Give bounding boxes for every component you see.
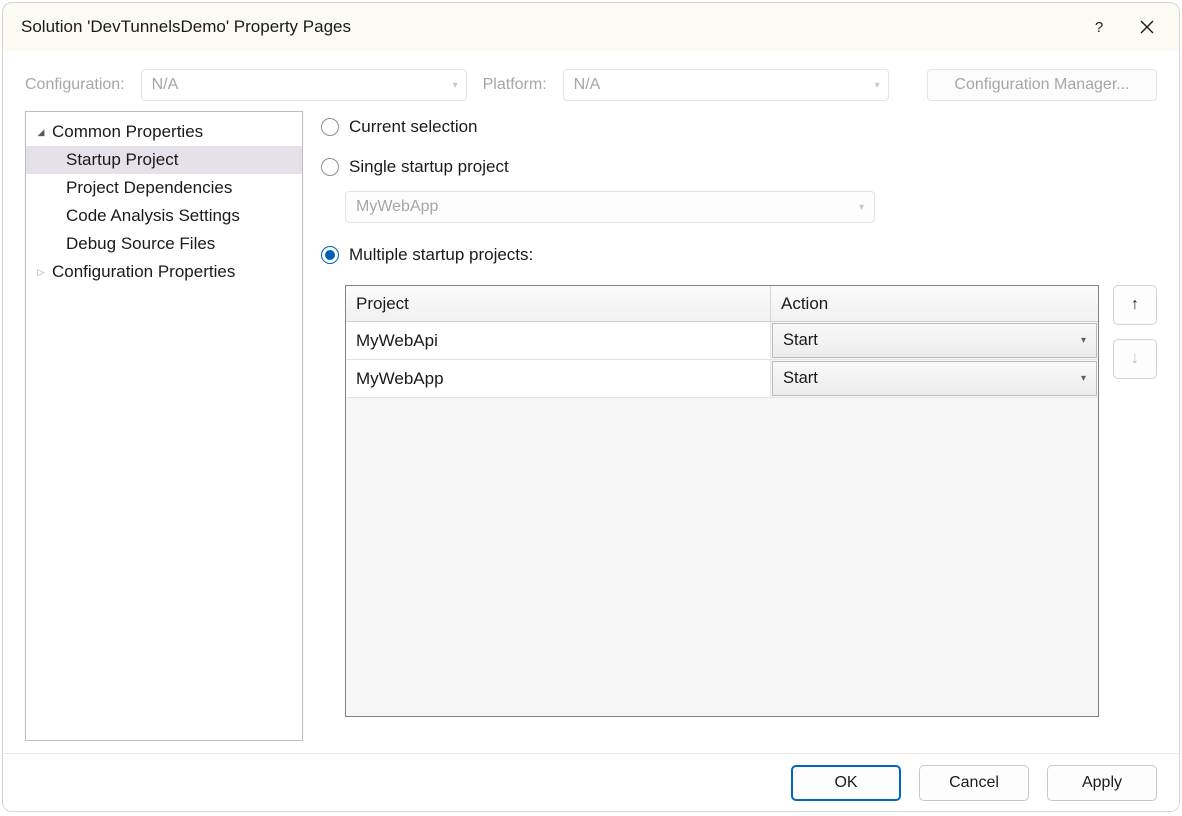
option-label: Multiple startup projects: xyxy=(349,245,533,265)
cell-value: MyWebApi xyxy=(356,331,438,351)
configuration-value: N/A xyxy=(152,76,453,94)
tree-label: Code Analysis Settings xyxy=(66,206,240,226)
tree-label: Common Properties xyxy=(52,122,203,142)
single-startup-combo[interactable]: MyWebApp ▾ xyxy=(345,191,875,223)
tree-debug-source-files[interactable]: Debug Source Files xyxy=(26,230,302,258)
multiple-startup-option[interactable]: Multiple startup projects: xyxy=(321,239,1157,271)
option-label: Current selection xyxy=(349,117,478,137)
help-button[interactable]: ? xyxy=(1085,13,1113,41)
radio-icon[interactable] xyxy=(321,118,339,136)
configuration-manager-label: Configuration Manager... xyxy=(954,76,1129,94)
cell-value: Start xyxy=(783,369,818,388)
cell-project[interactable]: MyWebApi xyxy=(346,322,771,359)
cancel-button[interactable]: Cancel xyxy=(919,765,1029,801)
cell-project[interactable]: MyWebApp xyxy=(346,360,771,397)
chevron-down-icon: ▾ xyxy=(453,80,458,91)
platform-combo[interactable]: N/A ▾ xyxy=(563,69,889,101)
close-button[interactable] xyxy=(1133,13,1161,41)
chevron-down-icon: ▾ xyxy=(859,202,864,213)
current-selection-option[interactable]: Current selection xyxy=(321,111,1157,143)
column-header-project[interactable]: Project xyxy=(346,286,771,321)
column-header-action[interactable]: Action xyxy=(771,286,1098,321)
radio-icon[interactable] xyxy=(321,246,339,264)
tree-project-dependencies[interactable]: Project Dependencies xyxy=(26,174,302,202)
move-up-button[interactable]: ↑ xyxy=(1113,285,1157,325)
close-icon xyxy=(1140,20,1154,34)
configuration-label: Configuration: xyxy=(25,76,125,94)
platform-value: N/A xyxy=(574,76,875,94)
tree-label: Project Dependencies xyxy=(66,178,232,198)
button-label: OK xyxy=(834,774,857,792)
ok-button[interactable]: OK xyxy=(791,765,901,801)
table-row[interactable]: MyWebApi Start ▾ xyxy=(346,322,1098,360)
tree-label: Debug Source Files xyxy=(66,234,215,254)
titlebar: Solution 'DevTunnelsDemo' Property Pages… xyxy=(3,3,1179,51)
column-label: Project xyxy=(356,294,409,314)
cell-value: MyWebApp xyxy=(356,369,444,389)
dialog-title: Solution 'DevTunnelsDemo' Property Pages xyxy=(21,17,351,37)
arrow-up-icon: ↑ xyxy=(1131,296,1139,314)
platform-label: Platform: xyxy=(483,76,547,94)
expand-icon[interactable]: ▷ xyxy=(34,267,48,278)
cell-action-combo[interactable]: Start ▾ xyxy=(772,361,1097,396)
column-label: Action xyxy=(781,294,828,314)
dialog-footer: OK Cancel Apply xyxy=(3,753,1179,811)
property-pages-dialog: Solution 'DevTunnelsDemo' Property Pages… xyxy=(2,2,1180,812)
chevron-down-icon: ▾ xyxy=(875,80,880,91)
single-startup-value: MyWebApp xyxy=(356,198,438,216)
startup-projects-grid[interactable]: Project Action MyWebApi Start xyxy=(345,285,1099,717)
tree-configuration-properties[interactable]: ▷ Configuration Properties xyxy=(26,258,302,286)
cell-value: Start xyxy=(783,331,818,350)
tree-code-analysis-settings[interactable]: Code Analysis Settings xyxy=(26,202,302,230)
tree-label: Configuration Properties xyxy=(52,262,235,282)
option-label: Single startup project xyxy=(349,157,509,177)
chevron-down-icon: ▾ xyxy=(1081,373,1086,384)
table-row[interactable]: MyWebApp Start ▾ xyxy=(346,360,1098,398)
radio-icon[interactable] xyxy=(321,158,339,176)
config-toolbar: Configuration: N/A ▾ Platform: N/A ▾ Con… xyxy=(3,51,1179,111)
property-tree[interactable]: ◢ Common Properties Startup Project Proj… xyxy=(25,111,303,741)
startup-project-panel: Current selection Single startup project… xyxy=(321,111,1157,741)
configuration-combo[interactable]: N/A ▾ xyxy=(141,69,467,101)
tree-common-properties[interactable]: ◢ Common Properties xyxy=(26,118,302,146)
tree-startup-project[interactable]: Startup Project xyxy=(26,146,302,174)
single-startup-option[interactable]: Single startup project xyxy=(321,151,1157,183)
apply-button[interactable]: Apply xyxy=(1047,765,1157,801)
button-label: Cancel xyxy=(949,774,999,792)
collapse-icon[interactable]: ◢ xyxy=(34,127,48,138)
move-down-button[interactable]: ↓ xyxy=(1113,339,1157,379)
grid-header: Project Action xyxy=(346,286,1098,322)
button-label: Apply xyxy=(1082,774,1122,792)
arrow-down-icon: ↓ xyxy=(1131,350,1139,368)
configuration-manager-button[interactable]: Configuration Manager... xyxy=(927,69,1157,101)
cell-action-combo[interactable]: Start ▾ xyxy=(772,323,1097,358)
chevron-down-icon: ▾ xyxy=(1081,335,1086,346)
tree-label: Startup Project xyxy=(66,150,178,170)
